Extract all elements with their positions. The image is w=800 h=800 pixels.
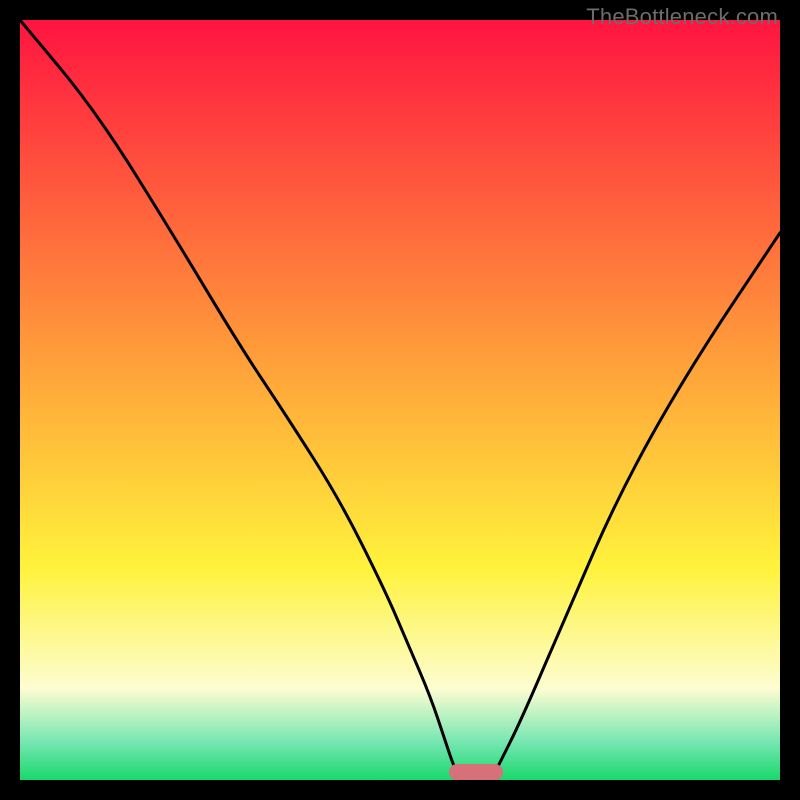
chart-frame: TheBottleneck.com: [0, 0, 800, 800]
watermark-text: TheBottleneck.com: [586, 4, 778, 30]
plot-area: [20, 20, 780, 780]
optimal-marker: [449, 764, 502, 780]
bottleneck-curve: [20, 20, 780, 780]
